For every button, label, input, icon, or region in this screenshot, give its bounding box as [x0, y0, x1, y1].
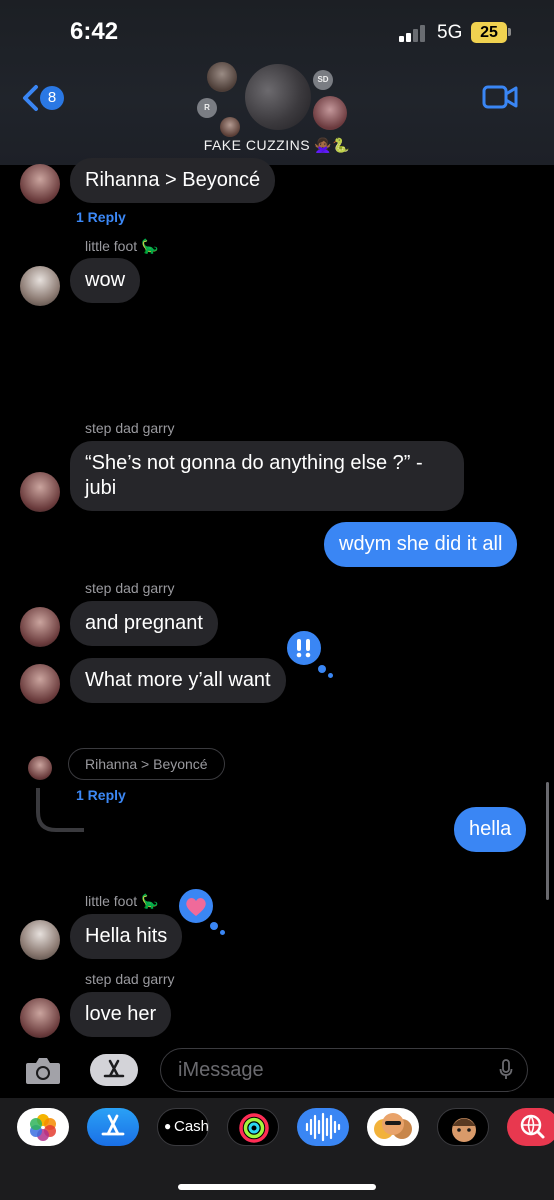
message-bubble[interactable]: wow — [70, 258, 141, 303]
member-avatar-small — [220, 117, 240, 137]
video-call-icon[interactable] — [482, 84, 518, 110]
app-store-app[interactable] — [87, 1108, 139, 1146]
sender-name: step dad garry — [85, 420, 175, 436]
message-input-placeholder: iMessage — [178, 1059, 264, 1081]
memoji-stickers-app[interactable] — [367, 1108, 419, 1146]
member-avatar-top — [207, 62, 237, 92]
group-avatars[interactable]: R SD — [195, 60, 355, 137]
memoji-app[interactable] — [437, 1108, 489, 1146]
conversation-header: 6:42 5G 25 8 R SD FAKE CUZZINS 🙅🏾‍♀️🐍 — [0, 0, 554, 165]
quoted-message[interactable]: Rihanna > Beyoncé — [68, 748, 225, 780]
tapback-tail — [220, 930, 225, 935]
search-images-app[interactable] — [507, 1108, 554, 1146]
status-time: 6:42 — [70, 18, 119, 45]
avatar-step-dad-garry[interactable] — [20, 164, 60, 204]
apple-cash-app[interactable]: ● Cash — [157, 1108, 209, 1146]
avatar-step-dad-garry[interactable] — [20, 998, 60, 1038]
camera-icon[interactable] — [24, 1054, 62, 1086]
back-button[interactable]: 8 — [20, 84, 66, 112]
sender-name: little foot 🦕 — [85, 238, 159, 254]
message-bubble[interactable]: and pregnant — [70, 601, 218, 646]
thread-replies-link[interactable]: 1 Reply — [76, 787, 126, 803]
photos-app[interactable] — [17, 1108, 69, 1146]
avatar-step-dad-garry[interactable] — [20, 664, 60, 704]
memoji-face-icon — [452, 1118, 476, 1142]
network-type: 5G — [437, 22, 463, 43]
app-store-icon — [101, 1114, 125, 1136]
message-bubble[interactable]: What more y’all want — [70, 658, 286, 703]
sender-name: step dad garry — [85, 971, 175, 987]
battery-tip — [508, 28, 511, 36]
thread-replies-link[interactable]: 1 Reply — [76, 209, 126, 225]
tapback-exclamation[interactable] — [284, 628, 324, 668]
photos-icon — [30, 1114, 56, 1141]
microphone-icon[interactable] — [499, 1059, 513, 1081]
tapback-tail — [318, 665, 326, 673]
member-initials-sd: SD — [313, 70, 333, 90]
activity-app[interactable] — [227, 1108, 279, 1146]
avatar-little-foot[interactable] — [20, 266, 60, 306]
globe-search-icon — [520, 1114, 545, 1139]
group-photo-main — [245, 64, 311, 130]
apps-button[interactable] — [90, 1054, 138, 1086]
message-bubble[interactable]: Rihanna > Beyoncé — [70, 158, 276, 203]
message-line: “She’s not gonna do anything else ?” - — [85, 452, 423, 474]
memoji-faces-icon — [374, 1113, 412, 1139]
audio-message-app[interactable] — [297, 1108, 349, 1146]
message-bubble[interactable]: “She’s not gonna do anything else ?” - j… — [70, 441, 464, 511]
unread-count-badge: 8 — [40, 86, 64, 110]
avatar-little-foot[interactable] — [20, 920, 60, 960]
waveform-icon — [305, 1112, 341, 1142]
signal-icon — [399, 24, 429, 42]
battery-icon: 25 — [471, 22, 507, 43]
sender-name: step dad garry — [85, 580, 175, 596]
app-store-icon — [103, 1059, 125, 1078]
activity-rings-icon — [239, 1113, 269, 1143]
group-name[interactable]: FAKE CUZZINS 🙅🏾‍♀️🐍 — [0, 137, 554, 154]
avatar-step-dad-garry[interactable] — [28, 756, 52, 780]
double-exclamation-icon — [296, 639, 311, 658]
sender-name: little foot 🦕 — [85, 893, 159, 909]
message-bubble-outgoing[interactable]: wdym she did it all — [324, 522, 518, 567]
avatar-step-dad-garry[interactable] — [20, 607, 60, 647]
message-bubble-outgoing[interactable]: hella — [454, 807, 527, 852]
message-bubble[interactable]: Hella hits — [70, 914, 183, 959]
chevron-left-icon — [23, 85, 38, 111]
cash-label: Cash — [174, 1118, 209, 1135]
scroll-indicator[interactable] — [546, 782, 549, 900]
home-indicator[interactable] — [178, 1184, 376, 1190]
heart-icon — [186, 898, 206, 916]
apple-logo-icon: ● — [164, 1119, 172, 1133]
member-initials-r: R — [197, 98, 217, 118]
avatar-step-dad-garry[interactable] — [20, 472, 60, 512]
message-bubble[interactable]: love her — [70, 992, 172, 1037]
message-line: jubi — [85, 477, 117, 499]
tapback-tail — [328, 673, 333, 678]
member-avatar-right — [313, 96, 347, 130]
message-input[interactable]: iMessage — [160, 1048, 528, 1092]
tapback-heart[interactable] — [176, 886, 216, 926]
tapback-tail — [210, 922, 218, 930]
